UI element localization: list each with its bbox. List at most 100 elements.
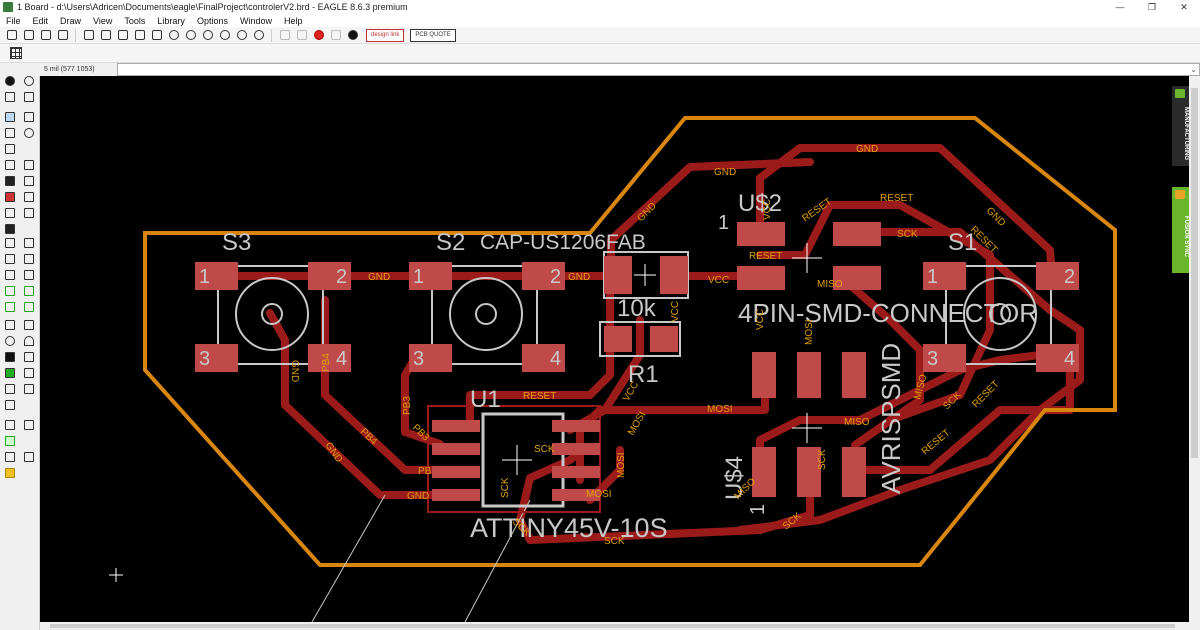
pad[interactable]	[737, 266, 785, 290]
fanout-icon[interactable]	[5, 302, 15, 312]
board-canvas[interactable]: 1 2 3 4 S3 1 2 3 4 S2 1 2 3 4 S1 CAP-US1…	[40, 76, 1189, 622]
chevron-down-icon[interactable]: ⌄	[1190, 65, 1197, 74]
move-icon[interactable]	[24, 112, 34, 122]
select-icon[interactable]	[5, 112, 15, 122]
split-icon[interactable]	[24, 208, 34, 218]
route-icon[interactable]	[5, 286, 15, 296]
manufacturing-tab[interactable]: MANUFACTURING	[1172, 86, 1189, 166]
line-icon[interactable]	[5, 320, 15, 330]
info-icon[interactable]	[5, 76, 15, 86]
pcb-layout[interactable]: 1 2 3 4 S3 1 2 3 4 S2 1 2 3 4 S1 CAP-US1…	[40, 76, 1189, 622]
polygon-icon[interactable]	[24, 352, 34, 362]
save-icon[interactable]	[21, 28, 36, 42]
grid-icon[interactable]	[10, 47, 22, 59]
menu-options[interactable]: Options	[191, 16, 234, 26]
zoom-last-icon[interactable]	[234, 28, 249, 42]
command-input[interactable]: ⌄	[117, 63, 1200, 76]
pad[interactable]	[650, 326, 678, 352]
zoom-select-icon[interactable]	[217, 28, 232, 42]
print-icon[interactable]	[38, 28, 53, 42]
add-part-icon[interactable]	[5, 192, 15, 202]
pad[interactable]	[552, 443, 600, 455]
pad[interactable]	[833, 222, 881, 246]
pad[interactable]	[752, 352, 776, 398]
pad[interactable]	[432, 443, 480, 455]
copy-icon[interactable]	[5, 160, 15, 170]
via-icon[interactable]	[5, 368, 15, 378]
menu-tools[interactable]: Tools	[118, 16, 151, 26]
paste-icon[interactable]	[24, 160, 34, 170]
rectangle-icon[interactable]	[5, 352, 15, 362]
lock-icon[interactable]	[5, 224, 15, 234]
pad[interactable]	[432, 489, 480, 501]
mirror-icon[interactable]	[5, 128, 15, 138]
menu-library[interactable]: Library	[151, 16, 191, 26]
menu-draw[interactable]: Draw	[54, 16, 87, 26]
pad[interactable]	[604, 256, 632, 294]
redraw-icon[interactable]	[251, 28, 266, 42]
bom-icon[interactable]	[149, 28, 164, 42]
drc-icon[interactable]	[24, 452, 34, 462]
scroll-thumb[interactable]	[50, 624, 1175, 628]
menu-window[interactable]: Window	[234, 16, 278, 26]
hole-icon[interactable]	[5, 384, 15, 394]
smash-icon[interactable]	[24, 420, 34, 430]
dimension-icon[interactable]	[24, 270, 34, 280]
signal-icon[interactable]	[24, 368, 34, 378]
menu-edit[interactable]: Edit	[27, 16, 55, 26]
pad[interactable]	[432, 466, 480, 478]
optimize-icon[interactable]	[24, 254, 34, 264]
close-button[interactable]: ✕	[1168, 0, 1200, 14]
pad[interactable]	[552, 420, 600, 432]
cam-processor-icon[interactable]	[55, 28, 70, 42]
scroll-thumb[interactable]	[1191, 88, 1198, 458]
script-icon[interactable]	[98, 28, 113, 42]
circle-icon[interactable]	[5, 336, 15, 346]
pcb-quote-button[interactable]: PCB QUOTE	[410, 28, 456, 42]
align-icon[interactable]	[5, 144, 15, 154]
pad[interactable]	[737, 222, 785, 246]
go-icon[interactable]	[328, 28, 343, 42]
zoom-out-icon[interactable]	[200, 28, 215, 42]
pad[interactable]	[552, 466, 600, 478]
errors-icon[interactable]	[5, 468, 15, 478]
open-icon[interactable]	[4, 28, 19, 42]
arc-icon[interactable]	[24, 336, 34, 346]
stop-icon[interactable]	[311, 28, 326, 42]
layer-settings-icon[interactable]	[5, 92, 15, 102]
board-icon[interactable]	[5, 436, 15, 446]
minimize-button[interactable]: —	[1104, 0, 1136, 14]
split-wire-icon[interactable]	[5, 254, 15, 264]
pad[interactable]	[842, 352, 866, 398]
miter-icon[interactable]	[24, 238, 34, 248]
mark-icon[interactable]	[24, 92, 34, 102]
vertical-scrollbar[interactable]	[1189, 76, 1200, 622]
eye-icon[interactable]	[24, 76, 34, 86]
undo-icon[interactable]	[277, 28, 292, 42]
wrench-icon[interactable]	[24, 176, 34, 186]
autoroute-icon[interactable]	[24, 302, 34, 312]
dimension-arrow-icon[interactable]	[5, 400, 15, 410]
horizontal-scrollbar[interactable]	[40, 622, 1189, 630]
group-icon[interactable]	[5, 420, 15, 430]
schematic-icon[interactable]	[115, 28, 130, 42]
maximize-button[interactable]: ❐	[1136, 0, 1168, 14]
text-icon[interactable]	[24, 320, 34, 330]
ripup-icon[interactable]	[24, 286, 34, 296]
sql-icon[interactable]	[132, 28, 147, 42]
pad[interactable]	[432, 420, 480, 432]
pad[interactable]	[752, 447, 776, 497]
pad[interactable]	[842, 447, 866, 497]
design-link-button[interactable]: design link	[366, 28, 405, 42]
help-icon[interactable]	[345, 28, 360, 42]
zoom-in-icon[interactable]	[183, 28, 198, 42]
zoom-fit-icon[interactable]	[166, 28, 181, 42]
fusion-sync-tab[interactable]: FUSION SYNC	[1172, 187, 1189, 273]
redo-icon[interactable]	[294, 28, 309, 42]
swap-icon[interactable]	[5, 208, 15, 218]
menu-view[interactable]: View	[87, 16, 118, 26]
attribute-icon[interactable]	[24, 384, 34, 394]
pad[interactable]	[797, 352, 821, 398]
delete-icon[interactable]	[5, 176, 15, 186]
pad[interactable]	[604, 326, 632, 352]
